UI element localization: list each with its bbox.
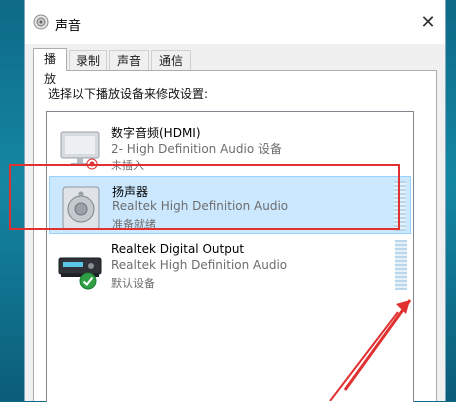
instruction-text: 选择以下播放设备来修改设置: — [48, 87, 209, 101]
annotation-highlight-box — [9, 164, 400, 230]
device-item-digital-output[interactable]: Realtek Digital Output Realtek High Defi… — [49, 236, 411, 294]
playback-panel: 选择以下播放设备来修改设置: 数字音频(HDMI) 2- High Defini… — [33, 70, 437, 402]
device-list[interactable]: 数字音频(HDMI) 2- High Definition Audio 设备 未… — [46, 111, 414, 402]
volume-level-meter — [395, 240, 407, 290]
window-title: 声音 — [55, 19, 82, 34]
device-status: 默认设备 — [111, 277, 155, 290]
device-name: 数字音频(HDMI) — [111, 126, 201, 140]
default-check-icon — [79, 272, 97, 290]
close-button[interactable]: ✕ — [411, 8, 445, 38]
tab-communications[interactable]: 通信 — [151, 50, 191, 70]
device-description: 2- High Definition Audio 设备 — [111, 142, 283, 156]
tab-sounds[interactable]: 声音 — [109, 50, 149, 70]
device-name: Realtek Digital Output — [111, 242, 245, 256]
title-bar: 声音 ✕ — [25, 0, 445, 44]
tab-playback[interactable]: 播放 — [33, 48, 67, 86]
speaker-app-icon — [33, 14, 49, 30]
device-description: Realtek High Definition Audio — [111, 258, 288, 272]
tab-recording[interactable]: 录制 — [69, 50, 107, 70]
